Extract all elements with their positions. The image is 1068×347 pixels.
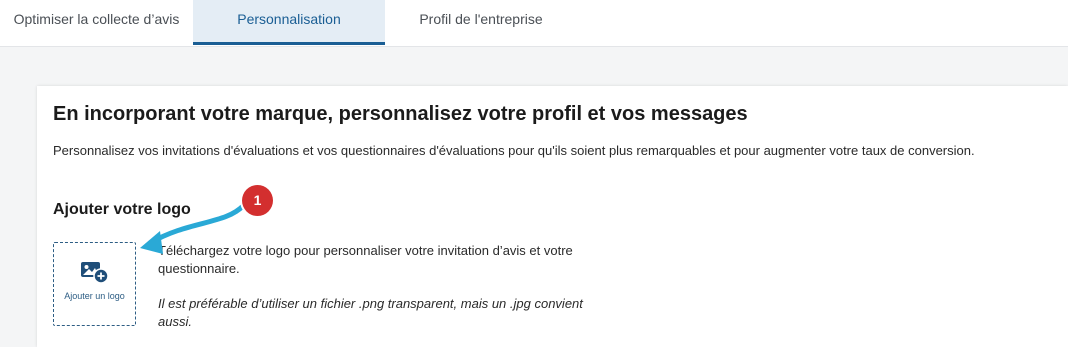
arrow-icon (140, 202, 247, 254)
step-badge: 1 (242, 185, 273, 216)
